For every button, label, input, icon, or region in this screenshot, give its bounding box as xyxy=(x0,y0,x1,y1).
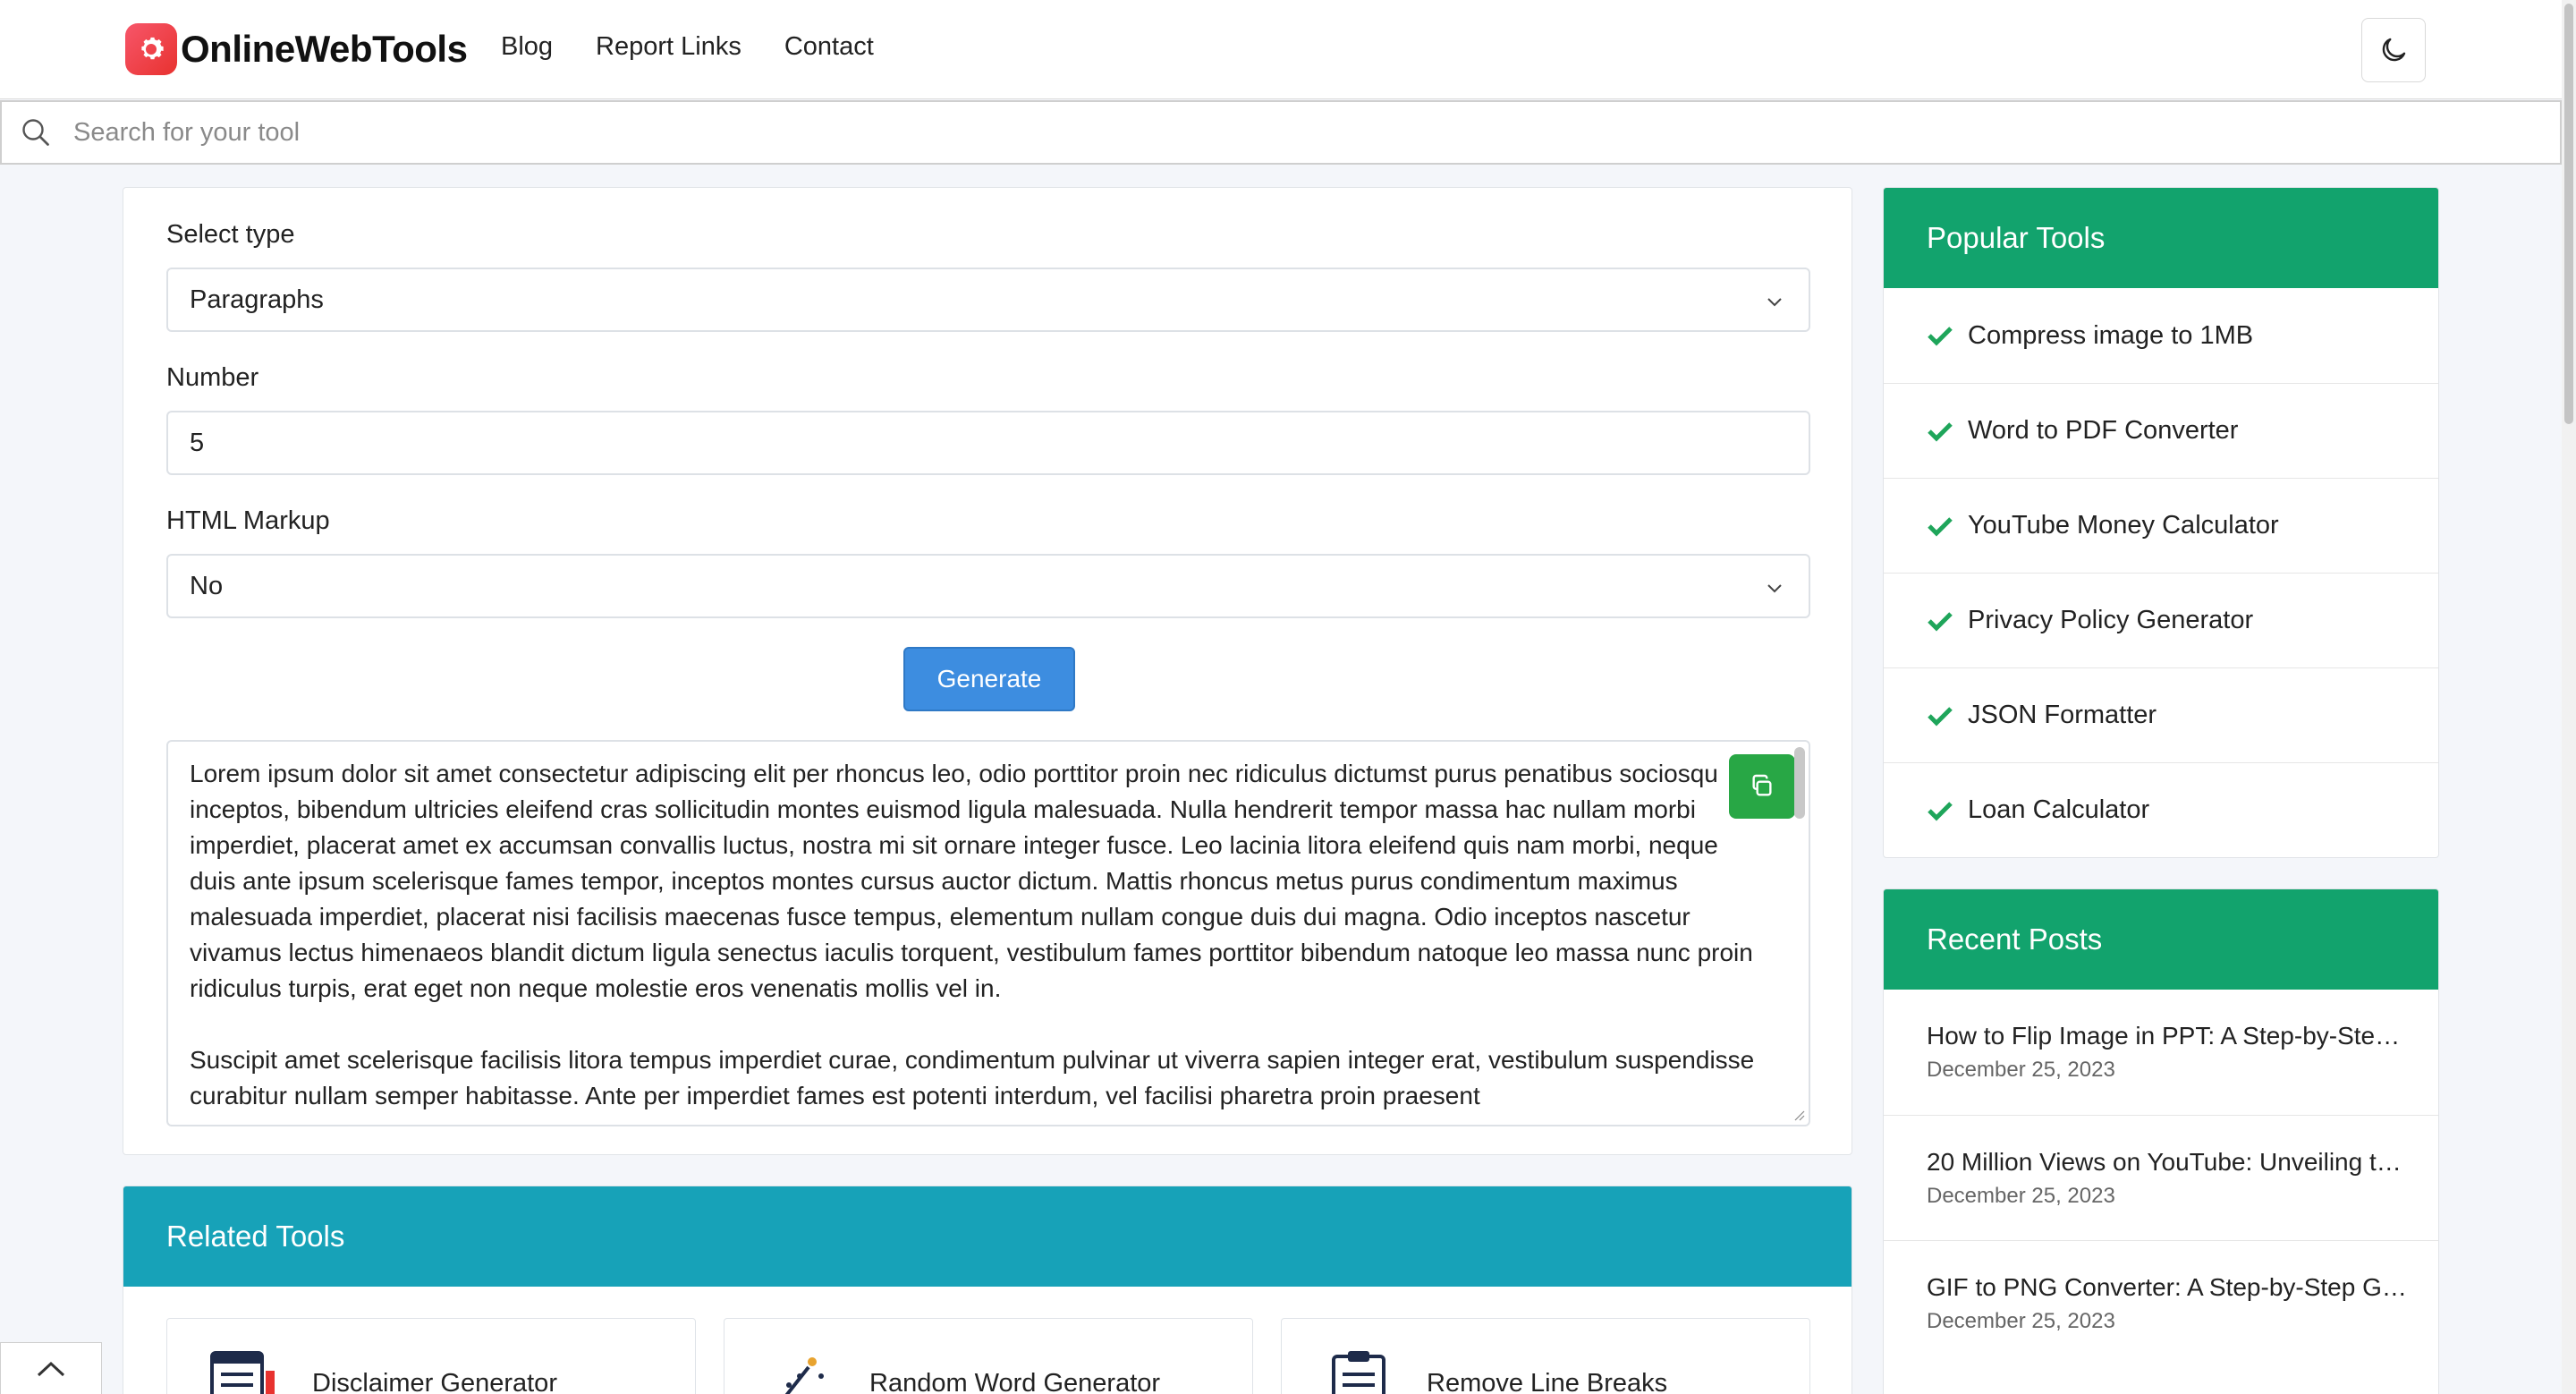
search-input[interactable] xyxy=(73,117,2488,148)
output-textarea[interactable]: Lorem ipsum dolor sit amet consectetur a… xyxy=(166,740,1810,1126)
popular-tool-item[interactable]: JSON Formatter xyxy=(1884,667,2438,762)
main-nav: Blog Report Links Contact xyxy=(501,32,874,62)
markup-select[interactable]: No xyxy=(166,554,1810,618)
popular-tool-label: JSON Formatter xyxy=(1968,701,2157,729)
number-input[interactable]: 5 xyxy=(166,411,1810,475)
document-list-icon xyxy=(210,1351,275,1394)
logo-text: OnlineWebTools xyxy=(181,28,468,70)
post-title[interactable]: 20 Million Views on YouTube: Unveiling t… xyxy=(1927,1148,2410,1177)
chevron-down-icon xyxy=(1767,298,1782,307)
post-title[interactable]: How to Flip Image in PPT: A Step-by-Step… xyxy=(1927,1022,2410,1050)
type-select[interactable]: Paragraphs xyxy=(166,268,1810,332)
number-label: Number xyxy=(166,363,259,392)
clipboard-icon xyxy=(1332,1351,1385,1394)
popular-tools-title: Popular Tools xyxy=(1884,188,2438,288)
tool-name: Disclaimer Generator xyxy=(312,1369,557,1394)
output-paragraph: Suscipit amet scelerisque facilisis lito… xyxy=(190,1046,1755,1109)
recent-posts-title: Recent Posts xyxy=(1884,889,2438,990)
popular-tool-label: Word to PDF Converter xyxy=(1968,416,2239,445)
nav-contact[interactable]: Contact xyxy=(784,32,874,62)
tool-name: Random Word Generator xyxy=(869,1369,1161,1394)
site-logo[interactable]: OnlineWebTools xyxy=(125,23,468,75)
generate-button[interactable]: Generate xyxy=(903,647,1075,711)
popular-tool-item[interactable]: Loan Calculator xyxy=(1884,762,2438,857)
recent-post-item[interactable]: How to Flip Image in PPT: A Step-by-Step… xyxy=(1884,990,2438,1115)
popular-tool-label: Loan Calculator xyxy=(1968,795,2150,824)
tool-name: Remove Line Breaks xyxy=(1427,1369,1668,1394)
type-label: Select type xyxy=(166,220,295,249)
recent-posts-card: Recent Posts How to Flip Image in PPT: A… xyxy=(1883,888,2439,1394)
output-text: Lorem ipsum dolor sit amet consectetur a… xyxy=(190,756,1764,1125)
nav-blog[interactable]: Blog xyxy=(501,32,553,62)
back-to-top-button[interactable] xyxy=(0,1342,102,1394)
check-icon xyxy=(1928,801,1953,821)
recent-post-item[interactable]: GIF to PNG Converter: A Step-by-Step Gui… xyxy=(1884,1240,2438,1365)
check-icon xyxy=(1928,421,1953,442)
page-scrollbar[interactable] xyxy=(2562,0,2576,1394)
popular-tool-item[interactable]: YouTube Money Calculator xyxy=(1884,478,2438,573)
search-icon xyxy=(20,115,55,150)
post-title[interactable]: GIF to PNG Converter: A Step-by-Step Gui… xyxy=(1927,1273,2410,1302)
post-date: December 25, 2023 xyxy=(1927,1309,2115,1333)
check-icon xyxy=(1928,706,1953,727)
popular-tool-label: YouTube Money Calculator xyxy=(1968,511,2279,540)
output-scrollbar-thumb[interactable] xyxy=(1794,747,1805,819)
popular-tool-item[interactable]: Privacy Policy Generator xyxy=(1884,573,2438,667)
logo-gear-icon xyxy=(125,23,177,75)
markup-label: HTML Markup xyxy=(166,506,330,535)
chevron-up-icon xyxy=(37,1361,65,1376)
post-date: December 25, 2023 xyxy=(1927,1184,2115,1208)
popular-tool-item[interactable]: Word to PDF Converter xyxy=(1884,383,2438,478)
nav-report-links[interactable]: Report Links xyxy=(596,32,741,62)
popular-tools-card: Popular Tools Compress image to 1MB Word… xyxy=(1883,187,2439,858)
top-header: OnlineWebTools Blog Report Links Contact xyxy=(0,0,2562,99)
type-select-value: Paragraphs xyxy=(190,285,324,314)
page-scrollbar-thumb[interactable] xyxy=(2564,4,2573,424)
check-icon xyxy=(1928,516,1953,537)
popular-tool-label: Compress image to 1MB xyxy=(1968,320,2254,350)
generator-card: Select type Paragraphs Number 5 HTML Mar… xyxy=(123,187,1852,1155)
tool-card-disclaimer[interactable]: Disclaimer Generator xyxy=(166,1318,696,1394)
markup-select-value: No xyxy=(190,571,224,600)
recent-posts-list: How to Flip Image in PPT: A Step-by-Step… xyxy=(1884,990,2438,1365)
moon-icon xyxy=(2382,38,2406,62)
popular-tool-label: Privacy Policy Generator xyxy=(1968,606,2254,634)
number-input-value: 5 xyxy=(190,428,205,457)
magic-wand-icon xyxy=(784,1357,824,1394)
recent-post-item[interactable]: 20 Million Views on YouTube: Unveiling t… xyxy=(1884,1115,2438,1240)
dark-mode-toggle[interactable] xyxy=(2361,18,2426,82)
resize-handle-icon[interactable] xyxy=(1792,1109,1805,1121)
search-bar xyxy=(0,100,2562,165)
check-icon xyxy=(1928,327,1953,346)
tool-card-remove-line-breaks[interactable]: Remove Line Breaks xyxy=(1281,1318,1810,1394)
tool-card-random-word[interactable]: Random Word Generator xyxy=(724,1318,1253,1394)
copy-icon xyxy=(1752,774,1772,796)
copy-button[interactable] xyxy=(1729,754,1795,819)
related-tools-section: Related Tools Disclaimer Generator Rando… xyxy=(123,1186,1852,1394)
popular-tool-item[interactable]: Compress image to 1MB xyxy=(1884,288,2438,383)
output-paragraph: Lorem ipsum dolor sit amet consectetur a… xyxy=(190,760,1753,1002)
chevron-down-icon xyxy=(1767,584,1782,593)
related-tools-title: Related Tools xyxy=(123,1186,1852,1287)
popular-tools-list: Compress image to 1MB Word to PDF Conver… xyxy=(1884,288,2438,857)
post-date: December 25, 2023 xyxy=(1927,1058,2115,1082)
check-icon xyxy=(1928,611,1953,632)
